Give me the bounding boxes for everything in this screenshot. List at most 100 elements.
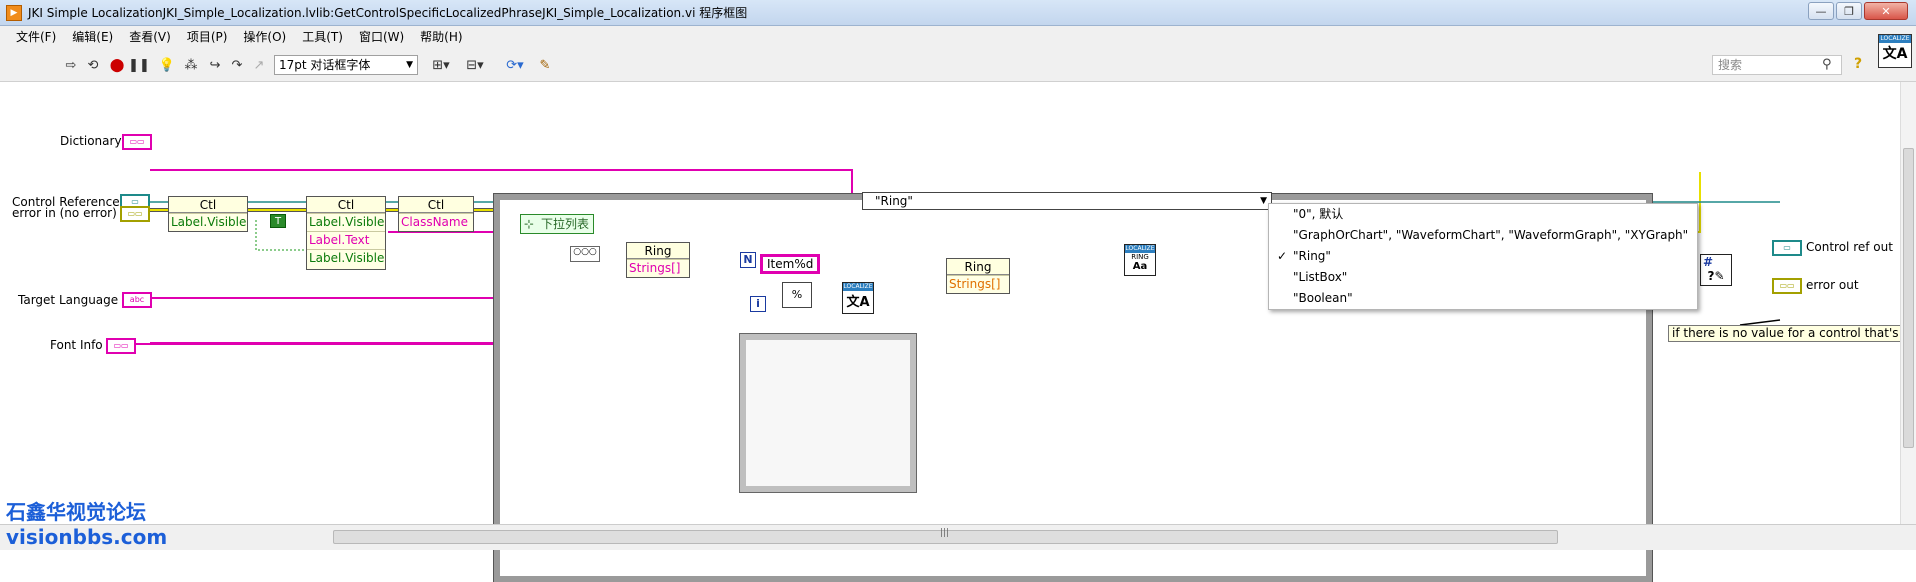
menu-file[interactable]: 文件(F) xyxy=(8,26,64,48)
localize-vi-icon[interactable]: LOCALIZE 文A xyxy=(842,282,874,314)
property-node-header: Ctl xyxy=(399,197,473,213)
property-row-label-text: Label.Text xyxy=(307,231,385,249)
block-diagram[interactable]: Dictionary ▭▭ Control Reference error in… xyxy=(0,82,1908,582)
menu-tools[interactable]: 工具(T) xyxy=(294,26,351,48)
case-option[interactable]: "0", 默认 xyxy=(1269,204,1697,225)
window-title: JKI Simple LocalizationJKI_Simple_Locali… xyxy=(28,6,748,20)
menu-project[interactable]: 项目(P) xyxy=(179,26,236,48)
property-node-ctl-1[interactable]: Ctl Label.Visible xyxy=(168,196,248,232)
pause-icon[interactable]: ❚❚ xyxy=(128,56,150,74)
retain-wire-values-icon[interactable]: ⁂ xyxy=(182,56,200,74)
search-icon[interactable]: ⚲ xyxy=(1822,57,1832,72)
ring-localize-vi-icon-sub: RING xyxy=(1131,253,1149,261)
vi-icon-badge: LOCALIZE 文A xyxy=(1878,34,1912,68)
minimize-button[interactable]: — xyxy=(1808,2,1834,20)
case-option[interactable]: "GraphOrChart", "WaveformChart", "Wavefo… xyxy=(1269,225,1697,246)
dictionary-terminal[interactable]: ▭▭ xyxy=(122,134,152,150)
highlight-execution-icon[interactable]: 💡 xyxy=(158,56,176,74)
reorder-icon[interactable]: ⟳▾ xyxy=(502,56,528,74)
horizontal-scrollbar[interactable]: ||| xyxy=(0,524,1916,550)
case-selector-value: "Ring" xyxy=(875,194,913,208)
property-row-classname: ClassName xyxy=(399,213,473,231)
for-loop[interactable] xyxy=(739,333,917,493)
property-node-ctl-2[interactable]: Ctl Label.Visible Label.Text Label.Visib… xyxy=(306,196,386,270)
property-node-ring-1[interactable]: Ring Strings[] xyxy=(626,242,690,278)
watermark-url: visionbbs.com xyxy=(6,525,168,549)
font-select-value: 17pt 对话框字体 xyxy=(279,58,371,72)
labview-vi-icon: ▶ xyxy=(6,4,22,21)
font-info-terminal[interactable]: ▭▭ xyxy=(106,338,136,354)
font-select[interactable]: 17pt 对话框字体 ▼ xyxy=(274,55,418,75)
vertical-scrollbar-thumb[interactable] xyxy=(1903,148,1914,448)
true-constant[interactable]: T xyxy=(270,214,286,228)
font-info-label: Font Info xyxy=(50,338,103,352)
chevron-down-icon: ▼ xyxy=(1260,196,1267,206)
target-language-label: Target Language xyxy=(18,293,119,307)
property-row-strings: Strings[] xyxy=(627,259,689,277)
localize-vi-icon-header: LOCALIZE xyxy=(843,283,873,291)
error-out-label: error out xyxy=(1806,278,1859,292)
build-path-icon[interactable]: ○○○ xyxy=(570,246,600,262)
vi-icon-badge-header: LOCALIZE xyxy=(1879,35,1911,43)
case-option-label: "0", 默认 xyxy=(1293,207,1344,221)
run-continuously-icon[interactable]: ⟲ xyxy=(84,56,102,74)
error-check-vi-icon[interactable]: # ?✎ xyxy=(1700,254,1732,286)
property-row-label-visible: Label.Visible xyxy=(307,213,385,229)
loop-count-terminal[interactable]: N xyxy=(740,252,756,268)
case-option-label: "Ring" xyxy=(1293,249,1331,263)
enum-constant[interactable]: ⊹ 下拉列表 xyxy=(520,214,595,234)
comment-box[interactable]: if there is no value for a control that'… xyxy=(1668,325,1908,342)
chevron-down-icon: ▼ xyxy=(406,60,413,70)
cleanup-diagram-icon[interactable]: ✎ xyxy=(536,56,554,74)
case-option-selected[interactable]: ✓ "Ring" xyxy=(1269,246,1697,267)
localize-vi-icon-glyph: 文A xyxy=(846,295,870,310)
property-node-header: Ctl xyxy=(307,197,385,213)
enum-icon: ⊹ xyxy=(524,217,535,231)
property-node-ctl-3[interactable]: Ctl ClassName xyxy=(398,196,474,232)
ring-localize-vi-icon[interactable]: LOCALIZE RING Aa xyxy=(1124,244,1156,276)
loop-index-terminal: i xyxy=(750,296,766,312)
run-arrow-icon[interactable]: ⇨ xyxy=(62,56,80,74)
property-row-strings: Strings[] xyxy=(947,275,1009,293)
close-button[interactable]: ✕ xyxy=(1864,2,1908,20)
scrollbar-grip: ||| xyxy=(940,528,950,538)
enum-constant-value: 下拉列表 xyxy=(541,217,590,231)
case-option-label: "Boolean" xyxy=(1293,291,1353,305)
format-into-string-icon[interactable]: % xyxy=(782,282,812,308)
case-selector[interactable]: "Ring" ▼ xyxy=(862,192,1272,210)
control-ref-out-label: Control ref out xyxy=(1806,240,1893,254)
restore-button[interactable]: ❐ xyxy=(1836,2,1862,20)
control-ref-out-terminal[interactable]: ▭ xyxy=(1772,240,1802,256)
case-option-label: "GraphOrChart", "WaveformChart", "Wavefo… xyxy=(1293,228,1689,242)
property-node-ring-2[interactable]: Ring Strings[] xyxy=(946,258,1010,294)
error-in-terminal[interactable]: ▭▭ xyxy=(120,206,150,222)
menu-view[interactable]: 查看(V) xyxy=(121,26,179,48)
case-option-label: "ListBox" xyxy=(1293,270,1348,284)
watermark-title: 石鑫华视觉论坛 xyxy=(6,500,146,524)
menu-window[interactable]: 窗口(W) xyxy=(351,26,412,48)
case-option[interactable]: "Boolean" xyxy=(1269,288,1697,309)
property-row-label-visible: Label.Visible xyxy=(169,213,247,229)
dictionary-label: Dictionary xyxy=(60,134,122,148)
align-objects-icon[interactable]: ⊞▾ xyxy=(428,56,454,74)
error-out-terminal[interactable]: ▭▭ xyxy=(1772,278,1802,294)
error-in-label: error in (no error) xyxy=(12,206,117,220)
menu-edit[interactable]: 编辑(E) xyxy=(64,26,121,48)
property-node-header: Ring xyxy=(947,259,1009,275)
case-option[interactable]: "ListBox" xyxy=(1269,267,1697,288)
vertical-scrollbar[interactable] xyxy=(1900,82,1916,524)
format-string-constant[interactable]: Item%d xyxy=(760,254,821,274)
property-row-label-visible: Label.Visible xyxy=(307,249,385,265)
target-language-terminal[interactable]: abc xyxy=(122,292,152,308)
step-into-icon[interactable]: ↪ xyxy=(206,56,224,74)
menu-help[interactable]: 帮助(H) xyxy=(412,26,470,48)
abort-icon[interactable]: ⬤ xyxy=(108,56,126,74)
menu-operate[interactable]: 操作(O) xyxy=(235,26,294,48)
help-icon[interactable]: ? xyxy=(1854,56,1862,72)
step-out-icon[interactable]: ↗ xyxy=(250,56,268,74)
menu-bar: 文件(F) 编辑(E) 查看(V) 项目(P) 操作(O) 工具(T) 窗口(W… xyxy=(0,26,1916,48)
ring-localize-vi-icon-header: LOCALIZE xyxy=(1125,245,1155,253)
step-over-icon[interactable]: ↷ xyxy=(228,56,246,74)
title-bar: ▶ JKI Simple LocalizationJKI_Simple_Loca… xyxy=(0,0,1916,26)
distribute-objects-icon[interactable]: ⊟▾ xyxy=(462,56,488,74)
